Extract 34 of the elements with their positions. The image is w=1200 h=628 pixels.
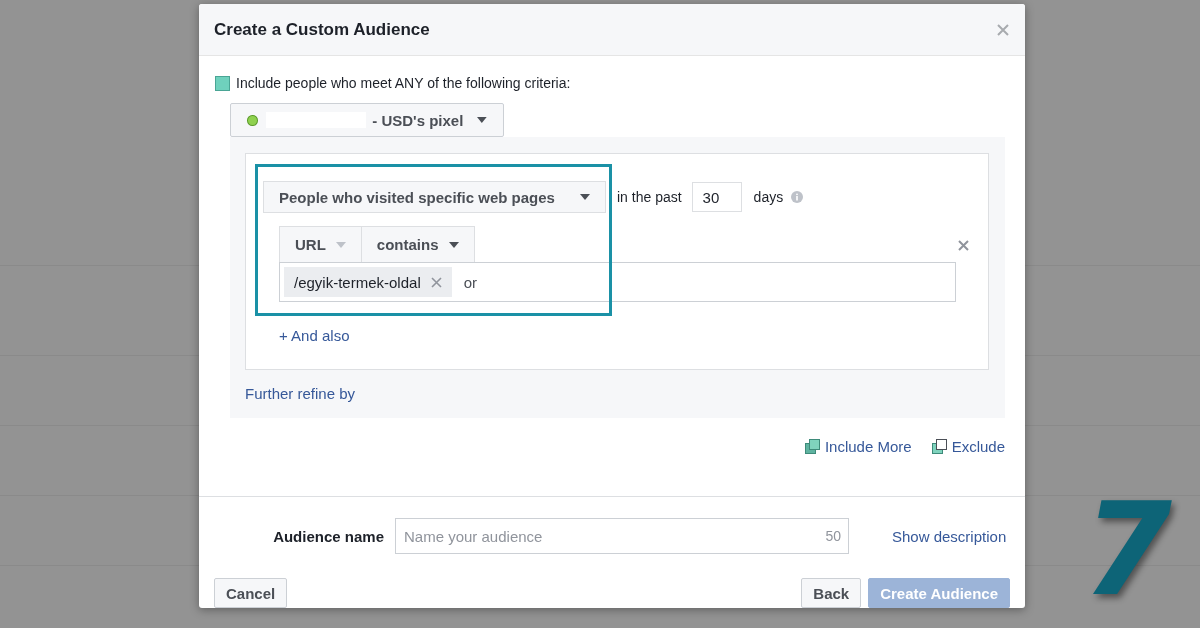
days-field[interactable]: 30: [691, 182, 742, 212]
step-number: 7: [1082, 475, 1172, 624]
caret-icon: [580, 194, 590, 200]
refine-link[interactable]: Further refine by: [245, 385, 356, 402]
stacked-squares-icon: [804, 439, 820, 454]
include-square-icon: [215, 75, 230, 91]
field-dropdown[interactable]: URL: [279, 226, 362, 262]
dialog-title: Create a Custom Audience: [214, 19, 430, 40]
audience-name-label: Audience name: [272, 527, 384, 545]
past-label: in the past: [617, 189, 682, 205]
caret-icon: [477, 117, 487, 123]
event-dropdown[interactable]: People who visited specific web pages: [263, 181, 606, 213]
show-description-link[interactable]: Show description: [892, 527, 1007, 545]
pixel-dropdown[interactable]: - USD's pixel: [230, 103, 504, 137]
or-label: or: [463, 273, 478, 291]
close-icon[interactable]: [997, 23, 1009, 36]
info-icon[interactable]: [791, 191, 804, 203]
days-label: days: [753, 189, 784, 205]
remove-icon[interactable]: [430, 276, 442, 288]
character-counter: 50: [825, 528, 841, 544]
token-text: /egyik-termek-oldal: [294, 273, 421, 291]
url-token-field[interactable]: /egyik-termek-oldal or: [279, 262, 956, 302]
dialog-button[interactable]: Back: [801, 578, 862, 608]
dialog-button[interactable]: Cancel: [214, 578, 288, 608]
status-dot-icon: [247, 114, 258, 126]
action-link[interactable]: Include More: [804, 438, 912, 455]
and-also-link[interactable]: + And also: [279, 327, 350, 344]
remove-icon[interactable]: [958, 240, 969, 251]
operator-dropdown[interactable]: contains: [361, 226, 475, 262]
caret-icon: [335, 241, 346, 248]
caret-icon: [448, 241, 459, 248]
stacked-squares-icon: [931, 439, 947, 454]
action-link[interactable]: Exclude: [931, 438, 1005, 455]
criteria-label: Include people who meet ANY of the following criteria:: [236, 75, 571, 91]
